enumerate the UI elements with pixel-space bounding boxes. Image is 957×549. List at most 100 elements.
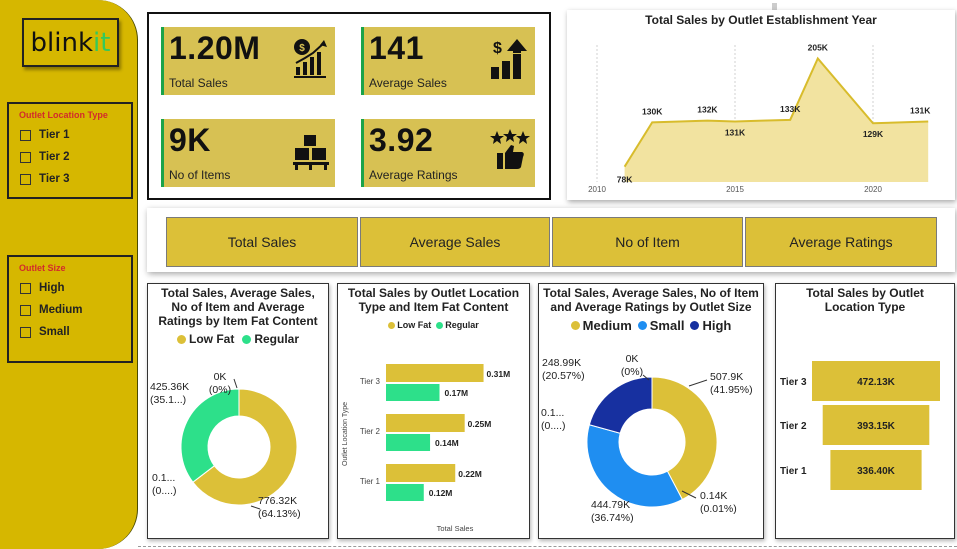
data-label: (0%): [209, 384, 231, 396]
money-bag-chart-icon: $: [294, 39, 327, 78]
donut-slice: [180, 388, 240, 483]
data-label: 472.13K: [857, 377, 896, 388]
kpi-card-no-of-items[interactable]: 9K No of Items: [161, 119, 335, 187]
kpi-card-average-ratings[interactable]: 3.92 Average Ratings: [361, 119, 535, 187]
option-label: Tier 3: [39, 173, 70, 185]
bar-regular: [386, 384, 440, 401]
blinkit-logo: blink it: [22, 18, 119, 67]
thumbs-up-stars-icon: [490, 129, 530, 169]
data-label: (64.13%): [258, 508, 301, 520]
data-label: 248.99K: [542, 357, 581, 369]
data-label: (20.57%): [542, 370, 585, 382]
x-tick-label: 2015: [726, 185, 744, 194]
boxes-pallet-icon: [293, 135, 329, 170]
data-label: 0.12M: [429, 488, 453, 498]
data-label: 0.1...: [152, 472, 175, 484]
slicer-outlet-location-type: Outlet Location Type Tier 1 Tier 2 Tier …: [7, 102, 133, 199]
kpi-card-average-sales[interactable]: 141 Average Sales $: [361, 27, 535, 95]
chart-card-location-funnel: Total Sales by Outlet Location Type 472.…: [775, 283, 955, 539]
average-sales-button[interactable]: Average Sales: [360, 217, 550, 267]
data-label: 776.32K: [258, 495, 297, 507]
clustered-bar-chart: Outlet Location Type Total Sales Tier 3 0.3…: [342, 364, 511, 533]
logo-text-part1: blink: [30, 27, 94, 58]
y-tick-label: Tier 1: [780, 466, 807, 477]
donut-chart: 776.32K(64.13%) 425.36K(35.1...) 0.1...(0.…: [150, 371, 301, 520]
bar-low-fat: [386, 364, 484, 382]
data-label: 425.36K: [150, 381, 189, 393]
data-label: 132K: [697, 105, 718, 115]
donut-chart: 507.9K(41.95%) 0.14K(0.01%) 444.79K(36.74%…: [541, 353, 753, 524]
kpi-value: 141: [369, 30, 424, 66]
data-label: 0.14M: [435, 438, 459, 448]
bar-low-fat: [386, 464, 456, 482]
data-label: (0.01%): [700, 503, 737, 515]
y-axis-title: Outlet Location Type: [342, 402, 349, 466]
checkbox[interactable]: [20, 282, 31, 294]
checkbox[interactable]: [20, 173, 31, 185]
checkbox[interactable]: [20, 326, 31, 338]
data-label: 0.25M: [468, 419, 492, 429]
slicer-option-medium[interactable]: Medium: [20, 299, 131, 321]
svg-text:$: $: [299, 43, 305, 54]
x-tick-label: 2020: [864, 185, 882, 194]
data-label: (0....): [152, 485, 177, 497]
data-label: 133K: [780, 104, 801, 114]
slicer-option-small[interactable]: Small: [20, 321, 131, 343]
data-label: 507.9K: [710, 371, 743, 383]
data-label: 129K: [863, 129, 884, 139]
data-label: 0.31M: [487, 369, 511, 379]
slicer-option-tier-1[interactable]: Tier 1: [20, 124, 131, 146]
y-tick-label: Tier 2: [780, 421, 807, 432]
data-label: 131K: [910, 106, 931, 116]
kpi-label: Average Ratings: [369, 168, 458, 182]
chart-card-location-fat-bars: Total Sales by Outlet Location Type and …: [337, 283, 530, 539]
slicer-title: Outlet Size: [19, 263, 66, 273]
data-label: 336.40K: [857, 466, 896, 477]
kpi-value: 1.20M: [169, 30, 261, 66]
leader-line: [233, 378, 238, 389]
kpi-value: 9K: [169, 122, 211, 158]
data-label: 130K: [642, 106, 663, 116]
checkbox[interactable]: [20, 304, 31, 316]
kpi-label: No of Items: [169, 168, 231, 182]
checkbox[interactable]: [20, 129, 31, 141]
data-label: (0....): [541, 420, 566, 432]
data-label: 0.22M: [458, 469, 482, 479]
data-label: 78K: [617, 175, 633, 185]
data-label: (0%): [621, 366, 643, 378]
data-label: 444.79K: [591, 499, 630, 511]
donut-slice: [586, 424, 684, 508]
slicer-title: Outlet Location Type: [19, 110, 108, 120]
bar-regular: [386, 434, 431, 451]
checkbox[interactable]: [20, 151, 31, 163]
data-label: 0K: [626, 353, 639, 365]
data-label: 393.15K: [857, 421, 896, 432]
slicer-outlet-size: Outlet Size High Medium Small: [7, 255, 133, 363]
option-label: Medium: [39, 304, 83, 316]
total-sales-button[interactable]: Total Sales: [166, 217, 358, 267]
chart-card-sales-by-establishment-year: Total Sales by Outlet Establishment Year…: [567, 10, 955, 200]
y-tick-label: Tier 3: [780, 377, 807, 388]
data-label: 0K: [214, 371, 227, 383]
option-label: High: [39, 282, 65, 294]
donut-slice: [588, 376, 653, 434]
kpi-card-total-sales[interactable]: 1.20M Total Sales $: [161, 27, 335, 95]
bar-low-fat: [386, 414, 465, 432]
no-of-item-button[interactable]: No of Item: [552, 217, 743, 267]
data-label: 131K: [725, 128, 746, 138]
average-ratings-button[interactable]: Average Ratings: [745, 217, 937, 267]
dollar-bar-growth-icon: $: [491, 39, 527, 79]
option-label: Tier 1: [39, 129, 70, 141]
data-label: (35.1...): [150, 394, 186, 406]
slicer-option-tier-2[interactable]: Tier 2: [20, 146, 131, 168]
y-tick-label: Tier 2: [360, 427, 381, 436]
kpi-label: Average Sales: [369, 76, 447, 90]
area-chart: 2010 2015 2020 78K 130K 132K 131K 133K 205K 129K 1…: [588, 43, 931, 194]
data-label: 0.17M: [445, 388, 469, 398]
svg-text:$: $: [493, 40, 502, 57]
logo-text-part2: it: [93, 27, 111, 58]
slicer-option-high[interactable]: High: [20, 277, 131, 299]
slicer-option-tier-3[interactable]: Tier 3: [20, 168, 131, 190]
x-axis-title: Total Sales: [437, 524, 474, 533]
option-label: Tier 2: [39, 151, 70, 163]
